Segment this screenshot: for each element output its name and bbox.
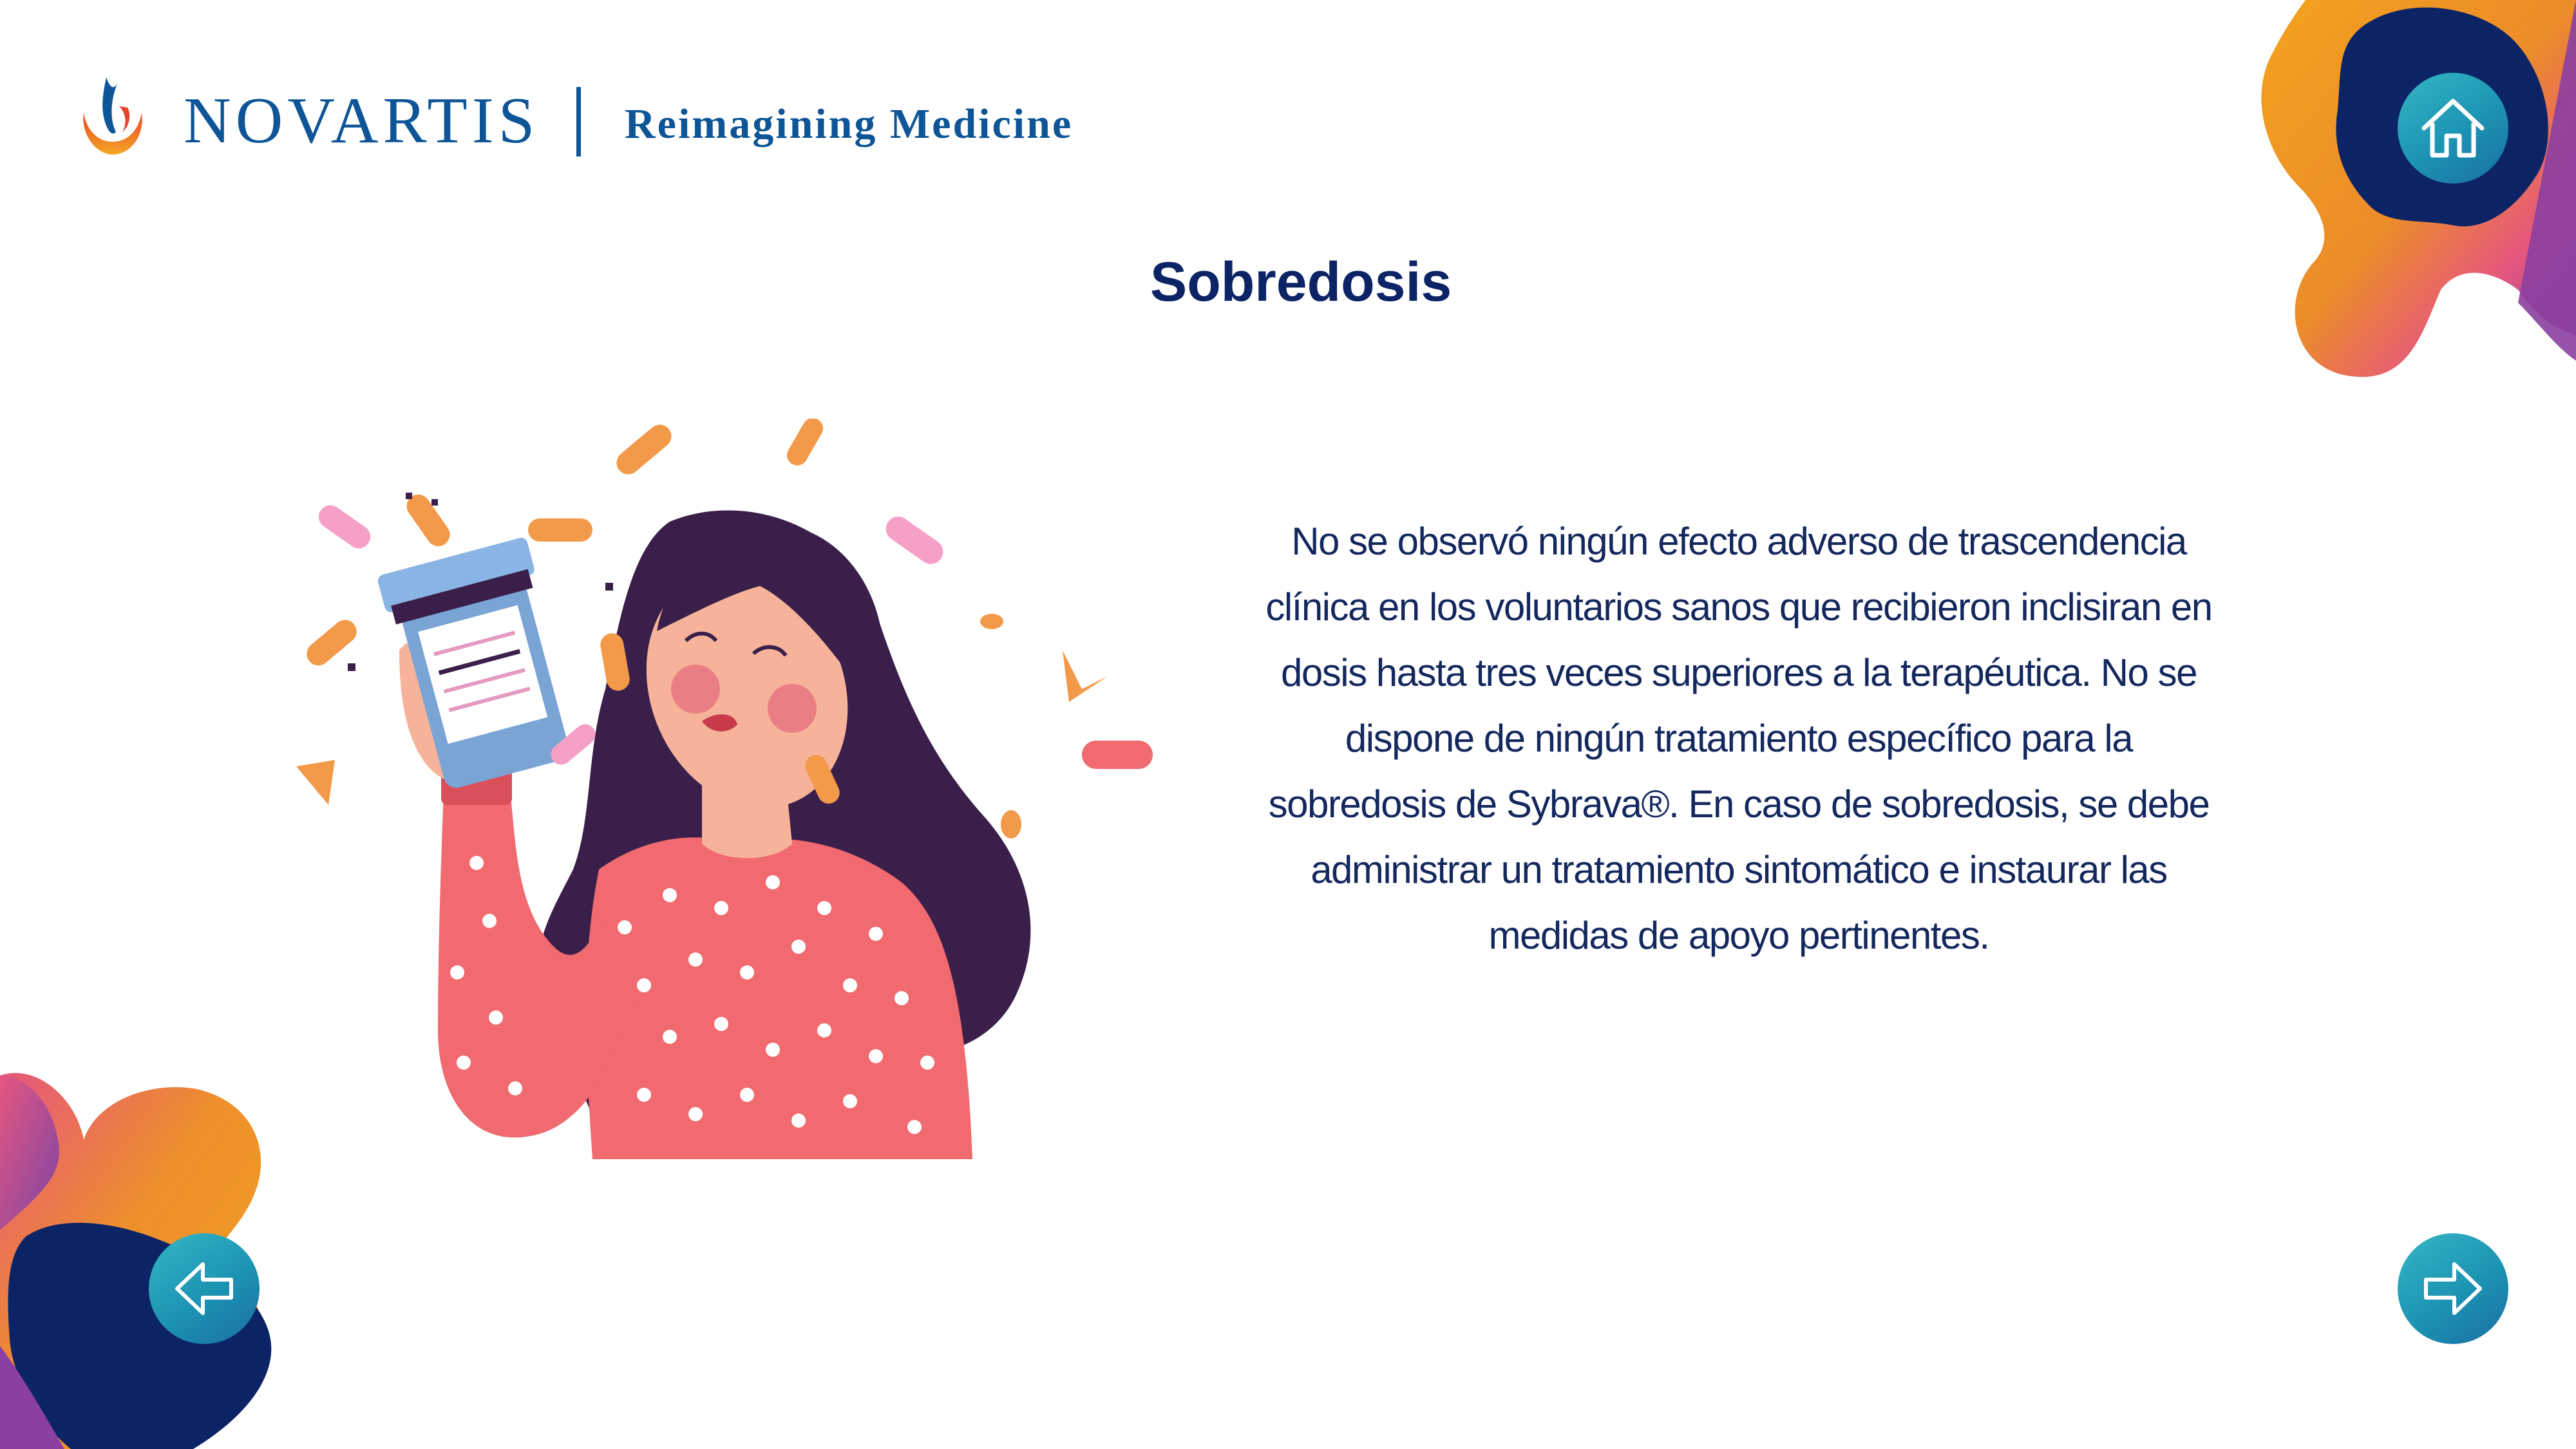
- cheek: [768, 684, 817, 733]
- logo-divider: [576, 87, 581, 156]
- overdose-description: No se observó ningún efecto adverso de t…: [1265, 520, 2213, 957]
- novartis-flame-logo-icon: [83, 77, 142, 155]
- page-title: Sobredosis: [1150, 251, 1452, 313]
- brand-name: NOVARTIS: [184, 84, 540, 157]
- overdose-illustration: [296, 419, 1153, 1159]
- decorative-blob-top-right: [2261, 0, 2576, 377]
- brand-tagline: Reimagining Medicine: [625, 100, 1074, 147]
- home-icon: [2421, 99, 2485, 158]
- novartis-logo: NOVARTIS Reimagining Medicine: [77, 74, 1108, 164]
- arrow-left-icon: [175, 1262, 233, 1315]
- next-button[interactable]: [2398, 1233, 2508, 1344]
- back-button[interactable]: [149, 1233, 260, 1344]
- cheek: [671, 665, 720, 714]
- home-button[interactable]: [2398, 73, 2508, 184]
- arrow-right-icon: [2424, 1262, 2482, 1315]
